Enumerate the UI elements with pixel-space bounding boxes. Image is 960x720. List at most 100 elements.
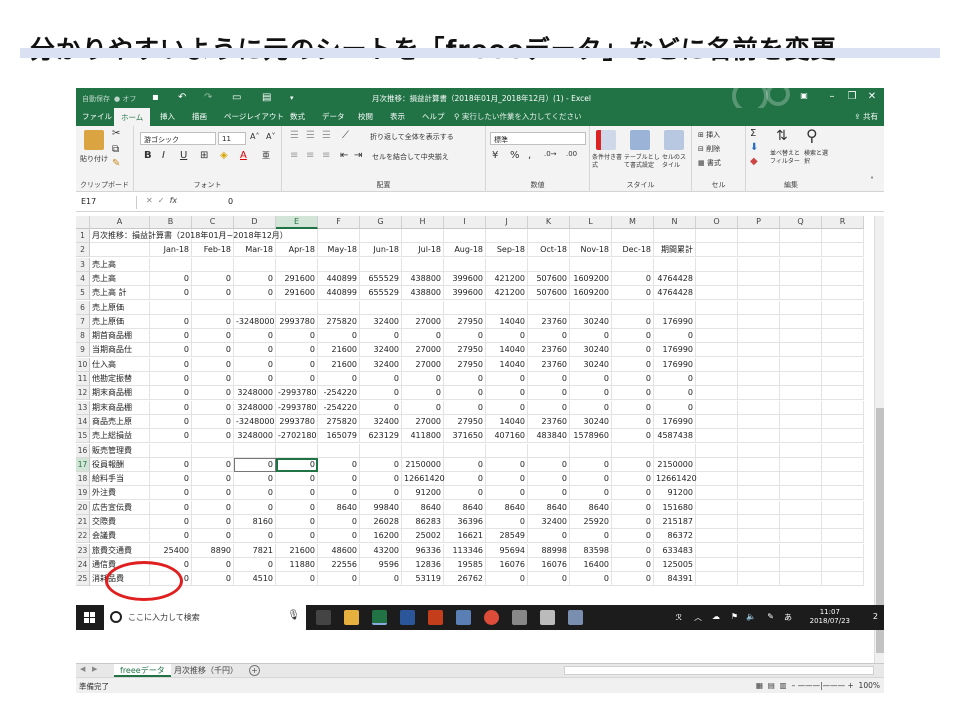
row-header[interactable]: 9 [76,343,90,358]
cell-L23[interactable]: 83598 [570,543,612,558]
column-header[interactable]: A [90,216,150,229]
merge-center-button[interactable]: セルを結合して中央揃え [372,152,449,162]
normal-view-icon[interactable]: ▦ [756,681,763,690]
cell-D14[interactable]: -3248000 [234,414,276,429]
cell-I1[interactable] [444,229,486,243]
phonetic-icon[interactable]: 亜 [262,150,270,161]
cell-A19[interactable]: 外注費 [90,486,150,501]
cell-R3[interactable] [822,257,864,272]
cell-F18[interactable]: 0 [318,472,360,487]
clock[interactable]: 11:07 2018/07/23 [810,608,850,626]
currency-icon[interactable]: ¥ [492,150,498,161]
cell-R24[interactable] [822,557,864,572]
cell-G6[interactable] [360,300,402,315]
sheet-tab-monthly[interactable]: 月次推移（千円） [168,664,244,677]
cell-G18[interactable]: 0 [360,472,402,487]
cell-O7[interactable] [696,314,738,329]
quick-access-icon[interactable]: ▤ [262,92,271,103]
cell-N20[interactable]: 151680 [654,500,696,515]
cell-I19[interactable]: 0 [444,486,486,501]
cell-A9[interactable]: 当期商品仕 [90,343,150,358]
cell-B22[interactable]: 0 [150,529,192,544]
cell-A13[interactable]: 期末商品棚 [90,400,150,415]
cell-I22[interactable]: 16621 [444,529,486,544]
tab-page-layout[interactable]: ページレイアウト [224,111,284,122]
column-header[interactable]: F [318,216,360,229]
row-header[interactable]: 7 [76,314,90,329]
cell-E6[interactable] [276,300,318,315]
row-header[interactable]: 6 [76,300,90,315]
file-explorer-icon[interactable] [344,610,359,625]
cell-O5[interactable] [696,286,738,301]
cell-Q10[interactable] [780,357,822,372]
cell-G2[interactable]: Jun-18 [360,243,402,258]
cell-L24[interactable]: 16400 [570,557,612,572]
cell-M16[interactable] [612,443,654,458]
cell-J25[interactable]: 0 [486,572,528,587]
cell-F12[interactable]: -254220 [318,386,360,401]
cell-E22[interactable]: 0 [276,529,318,544]
cell-K10[interactable]: 23760 [528,357,570,372]
cell-H25[interactable]: 53119 [402,572,444,587]
cell-K23[interactable]: 88998 [528,543,570,558]
cell-H23[interactable]: 96336 [402,543,444,558]
cell-K20[interactable]: 8640 [528,500,570,515]
cell-L8[interactable]: 0 [570,329,612,344]
cell-C23[interactable]: 8890 [192,543,234,558]
row-header[interactable]: 11 [76,372,90,386]
cell-C3[interactable] [192,257,234,272]
cell-B20[interactable]: 0 [150,500,192,515]
cell-C12[interactable]: 0 [192,386,234,401]
cell-G24[interactable]: 9596 [360,557,402,572]
microphone-icon[interactable]: 🎙 [287,610,300,621]
prev-sheet-icon[interactable]: ◀ [80,665,85,673]
fill-color-icon[interactable]: ◈ [220,150,228,161]
network-icon[interactable]: ⚑ [731,612,738,621]
cell-B18[interactable]: 0 [150,472,192,487]
ime-indicator[interactable]: あ [784,612,792,623]
cell-N21[interactable]: 215187 [654,515,696,529]
cell-R19[interactable] [822,486,864,501]
cell-I12[interactable]: 0 [444,386,486,401]
cell-J10[interactable]: 14040 [486,357,528,372]
cell-C7[interactable]: 0 [192,314,234,329]
find-select-label[interactable]: 検索と選択 [804,150,832,166]
cell-B23[interactable]: 25400 [150,543,192,558]
cell-M11[interactable]: 0 [612,372,654,386]
align-center-icon[interactable]: ≡ [306,150,314,161]
cell-P22[interactable] [738,529,780,544]
cell-C2[interactable]: Feb-18 [192,243,234,258]
cell-F20[interactable]: 8640 [318,500,360,515]
cell-Q21[interactable] [780,515,822,529]
cell-D12[interactable]: 3248000 [234,386,276,401]
row-header[interactable]: 10 [76,357,90,372]
cell-E4[interactable]: 291600 [276,271,318,286]
cell-G20[interactable]: 99840 [360,500,402,515]
cell-G22[interactable]: 16200 [360,529,402,544]
cell-O22[interactable] [696,529,738,544]
cell-B17[interactable]: 0 [150,457,192,472]
cell-M24[interactable]: 0 [612,557,654,572]
percent-icon[interactable]: % [510,150,520,161]
cell-O1[interactable] [696,229,738,243]
cell-P12[interactable] [738,386,780,401]
cell-B4[interactable]: 0 [150,271,192,286]
cell-J23[interactable]: 95694 [486,543,528,558]
cell-E13[interactable]: -2993780 [276,400,318,415]
align-bottom-icon[interactable]: ☰ [322,130,331,141]
cell-D13[interactable]: 3248000 [234,400,276,415]
cancel-icon[interactable]: ✕ [146,196,153,205]
cell-R12[interactable] [822,386,864,401]
cell-G16[interactable] [360,443,402,458]
cell-C22[interactable]: 0 [192,529,234,544]
row-header[interactable]: 14 [76,414,90,429]
font-color-icon[interactable]: A [240,150,247,161]
cell-J1[interactable] [486,229,528,243]
cell-M1[interactable] [612,229,654,243]
app-taskbar-icon-2[interactable] [512,610,527,625]
pen-icon[interactable]: ✎ [767,612,774,621]
column-header[interactable]: R [822,216,864,229]
cell-F24[interactable]: 22556 [318,557,360,572]
cell-K2[interactable]: Oct-18 [528,243,570,258]
cell-R15[interactable] [822,429,864,444]
